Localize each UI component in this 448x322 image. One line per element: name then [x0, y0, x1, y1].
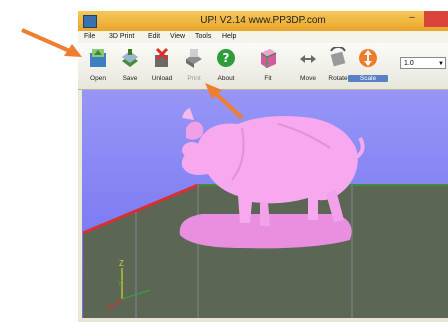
- annotation-overlay: [21, 28, 244, 120]
- annotation-arrow-open: [21, 28, 73, 54]
- annotation-arrow-print: [212, 90, 244, 120]
